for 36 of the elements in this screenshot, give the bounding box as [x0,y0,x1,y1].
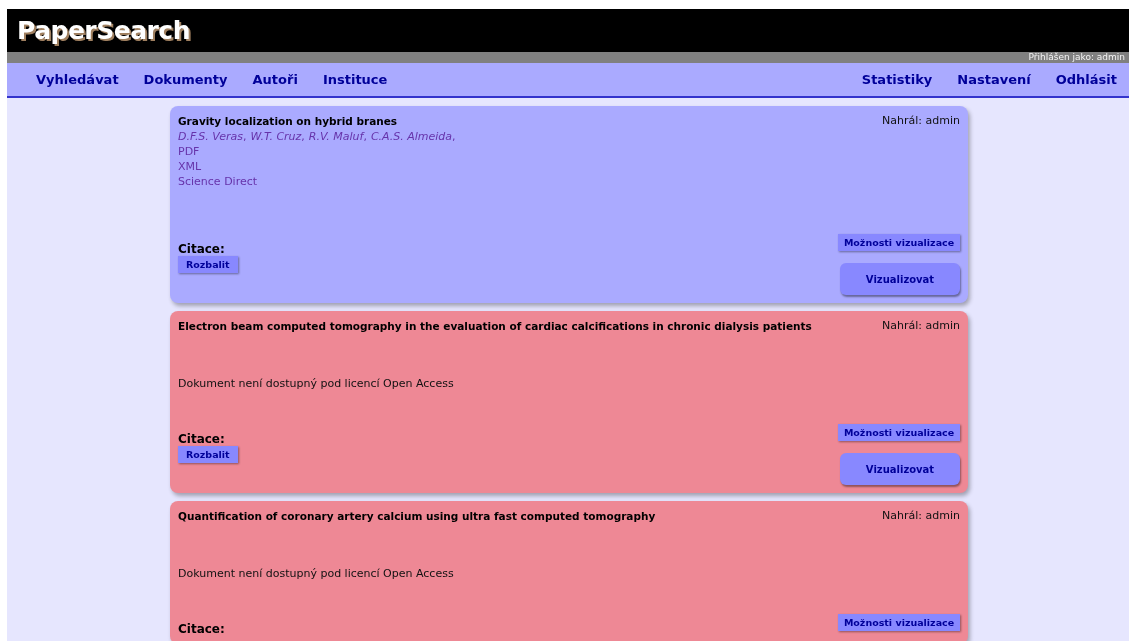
visualize-button[interactable]: Vizualizovat [840,263,960,295]
document-title[interactable]: Gravity localization on hybrid branes [178,114,460,129]
author-link[interactable]: D.F.S. Veras [178,130,243,143]
site-logo[interactable]: PaperSearch [17,16,190,45]
separator: , [243,130,247,143]
author-link[interactable]: R.V. Maluf [308,130,364,143]
document-link[interactable]: PDF [178,144,460,159]
visualization-options-button[interactable]: Možnosti vizualizace [838,424,960,441]
nav-link[interactable]: Vyhledávat [36,72,119,87]
document-title[interactable]: Quantification of coronary artery calcium using ultra fast computed tomography [178,509,656,524]
expand-button[interactable]: Rozbalit [178,446,238,463]
uploader-label: Nahrál: admin [882,509,960,524]
uploader-label: Nahrál: admin [882,319,960,334]
nav-link[interactable]: Dokumenty [143,72,228,87]
nav-link[interactable]: Statistiky [861,72,933,87]
nav-link[interactable]: Nastavení [957,72,1031,87]
visualization-options-button[interactable]: Možnosti vizualizace [838,614,960,631]
visualization-options-button[interactable]: Možnosti vizualizace [838,234,960,251]
nav-link[interactable]: Odhlásit [1055,72,1117,87]
expand-button[interactable]: Rozbalit [178,256,238,273]
separator: , [452,130,456,143]
document-link[interactable]: XML [178,159,460,174]
login-status: Přihlášen jako: admin [1028,52,1125,63]
author-link[interactable]: C.A.S. Almeida [370,130,453,143]
document-link[interactable]: Science Direct [178,174,460,189]
visualize-button[interactable]: Vizualizovat [840,453,960,485]
uploader-label: Nahrál: admin [882,114,960,129]
license-notice: Dokument není dostupný pod licencí Open Access [178,566,455,581]
document-title[interactable]: Electron beam computed tomography in the evaluation of cardiac calcifications in chronic dialysis patients [178,319,812,334]
separator: , [301,130,305,143]
license-notice: Dokument není dostupný pod licencí Open Access [178,376,455,391]
citations-label: Citace: [178,242,225,256]
citations-label: Citace: [178,432,225,446]
nav-link[interactable]: Autoři [252,72,298,87]
citations-label: Citace: [178,622,225,636]
nav-link[interactable]: Instituce [322,72,388,87]
